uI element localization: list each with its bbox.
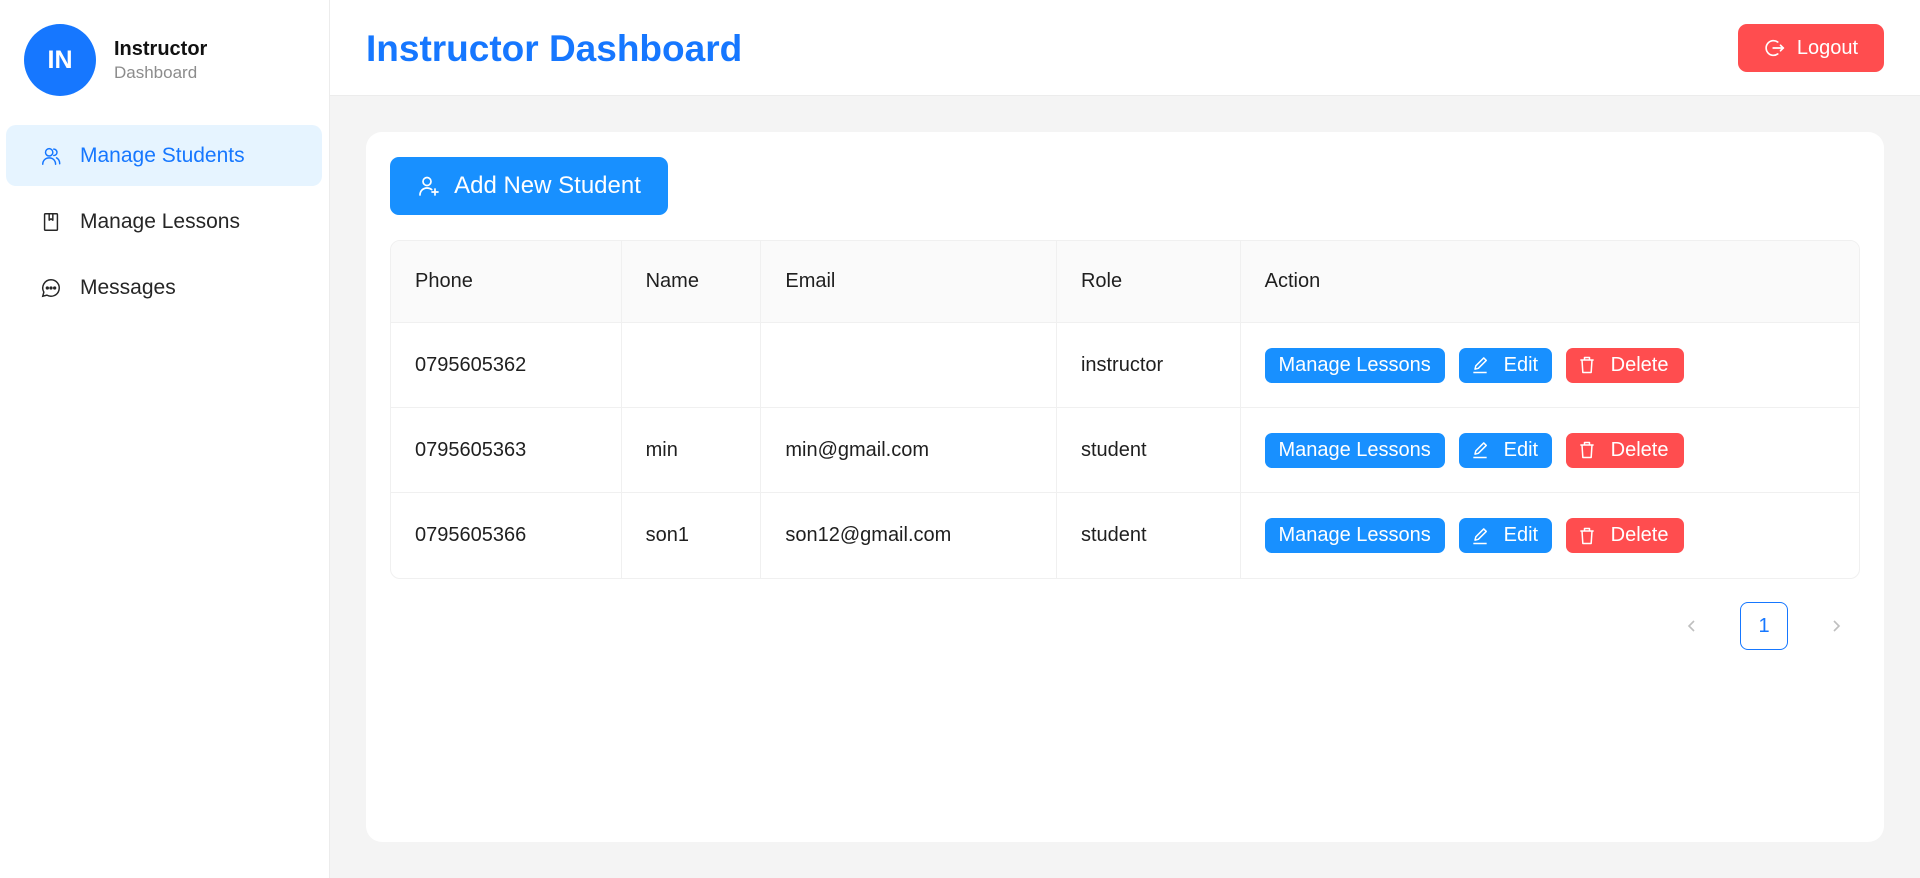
students-table: Phone Name Email Role Action 0795605362 … <box>390 240 1860 579</box>
profile-block: IN Instructor Dashboard <box>24 24 207 96</box>
chat-icon <box>41 278 60 297</box>
cell-actions: Manage Lessons Edit Delete <box>1241 493 1859 578</box>
manage-lessons-button[interactable]: Manage Lessons <box>1264 518 1445 553</box>
cell-email: min@gmail.com <box>761 408 1057 493</box>
edit-button[interactable]: Edit <box>1458 432 1552 468</box>
cell-email <box>761 323 1057 408</box>
sidebar-item-manage-lessons[interactable]: Manage Lessons <box>6 191 322 252</box>
delete-button[interactable]: Delete <box>1565 518 1684 553</box>
row-actions: Manage Lessons Edit Delete <box>1264 518 1859 553</box>
cell-phone: 0795605366 <box>391 493 622 578</box>
column-header-role[interactable]: Role <box>1056 241 1241 323</box>
students-card: Add New Student Phone Name Email Role Ac… <box>366 132 1884 842</box>
profile-name: Instructor <box>114 38 208 60</box>
column-header-email[interactable]: Email <box>761 241 1057 323</box>
logout-label: Logout <box>1796 36 1859 59</box>
add-user-icon <box>419 176 439 196</box>
chevron-left-icon <box>1687 620 1695 632</box>
sidebar-item-label: Messages <box>80 275 176 299</box>
logout-icon <box>1765 39 1785 57</box>
manage-lessons-label: Manage Lessons <box>1278 438 1431 461</box>
edit-button[interactable]: Edit <box>1458 347 1552 383</box>
logout-button[interactable]: Logout <box>1738 24 1884 72</box>
avatar: IN <box>24 24 96 96</box>
table-header-row: Phone Name Email Role Action <box>391 241 1859 323</box>
cell-phone: 0795605362 <box>391 323 622 408</box>
cell-name: son1 <box>622 493 762 578</box>
cell-role: instructor <box>1056 323 1241 408</box>
cell-role: student <box>1056 408 1241 493</box>
prev-page-button[interactable] <box>1668 602 1716 650</box>
trash-icon <box>1579 441 1594 459</box>
sidebar-item-manage-students[interactable]: Manage Students <box>6 125 322 186</box>
manage-lessons-label: Manage Lessons <box>1278 353 1431 376</box>
column-header-name[interactable]: Name <box>621 241 762 323</box>
edit-icon <box>1472 527 1487 544</box>
chevron-right-icon <box>1833 620 1841 632</box>
edit-icon <box>1472 442 1487 459</box>
trash-icon <box>1579 527 1594 544</box>
page-number-button[interactable]: 1 <box>1740 602 1788 650</box>
edit-label: Edit <box>1503 524 1539 546</box>
add-new-student-label: Add New Student <box>454 172 641 199</box>
manage-lessons-label: Manage Lessons <box>1278 524 1431 546</box>
manage-lessons-button[interactable]: Manage Lessons <box>1264 347 1445 383</box>
cell-actions: Manage Lessons Edit Delete <box>1240 408 1859 493</box>
delete-label: Delete <box>1610 438 1669 461</box>
pagination: 1 <box>1668 602 1860 650</box>
edit-icon <box>1472 357 1487 374</box>
users-icon <box>42 147 61 165</box>
cell-name <box>621 323 762 408</box>
delete-label: Delete <box>1610 353 1669 376</box>
profile-text: Instructor Dashboard <box>114 36 207 84</box>
book-icon <box>43 212 59 231</box>
column-header-action: Action <box>1240 241 1859 323</box>
edit-label: Edit <box>1503 353 1539 376</box>
table-row: 0795605366 son1 son12@gmail.com student … <box>391 493 1859 578</box>
top-bar: Instructor Dashboard Logout <box>330 0 1920 96</box>
delete-label: Delete <box>1610 524 1669 546</box>
table-row: 0795605363 min min@gmail.com student Man… <box>391 408 1859 493</box>
row-actions: Manage Lessons Edit Delete <box>1264 432 1859 468</box>
table-row: 0795605362 instructor Manage Lessons Edi… <box>391 323 1859 408</box>
next-page-button[interactable] <box>1812 602 1860 650</box>
sidebar-item-label: Manage Lessons <box>80 209 240 233</box>
edit-label: Edit <box>1503 438 1539 461</box>
cell-name: min <box>621 408 762 493</box>
cell-email: son12@gmail.com <box>761 493 1057 578</box>
row-actions: Manage Lessons Edit Delete <box>1264 347 1859 383</box>
sidebar-nav: Manage Students Manage Lessons Messages <box>6 125 322 323</box>
sidebar-item-label: Manage Students <box>80 143 245 167</box>
column-header-phone[interactable]: Phone <box>391 241 622 323</box>
manage-lessons-button[interactable]: Manage Lessons <box>1264 432 1445 468</box>
cell-role: student <box>1057 493 1241 578</box>
add-new-student-button[interactable]: Add New Student <box>390 157 668 215</box>
sidebar: IN Instructor Dashboard Manage Students … <box>0 0 330 878</box>
page-title: Instructor Dashboard <box>366 28 743 69</box>
profile-subtitle: Dashboard <box>114 63 198 82</box>
cell-phone: 0795605363 <box>391 408 622 493</box>
delete-button[interactable]: Delete <box>1565 347 1684 383</box>
trash-icon <box>1579 356 1594 374</box>
sidebar-item-messages[interactable]: Messages <box>6 257 322 318</box>
cell-actions: Manage Lessons Edit Delete <box>1240 323 1859 408</box>
delete-button[interactable]: Delete <box>1565 432 1684 468</box>
edit-button[interactable]: Edit <box>1458 518 1552 553</box>
